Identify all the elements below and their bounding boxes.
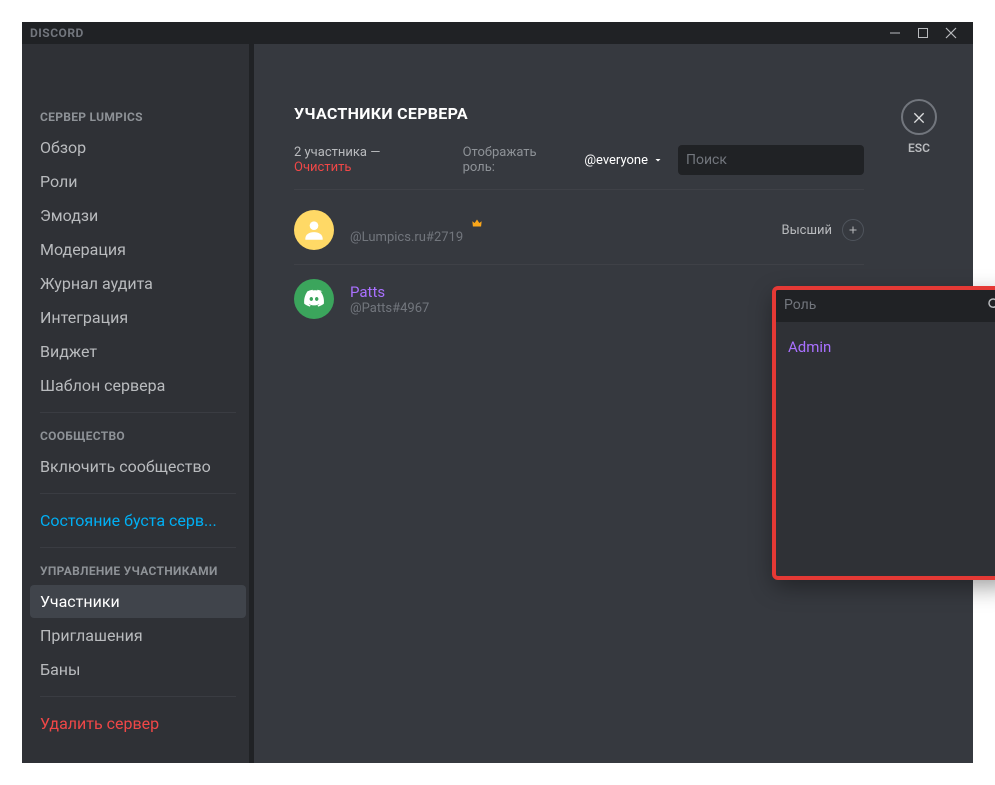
owner-crown-icon <box>470 216 484 230</box>
role-filter-dropdown[interactable]: @everyone <box>584 153 664 168</box>
sidebar-item-integrations[interactable]: Интеграция <box>30 301 246 334</box>
member-name: Patts <box>350 283 470 301</box>
content-area: ESC УЧАСТНИКИ СЕРВЕРА 2 участника — Очис… <box>254 44 973 763</box>
member-count-text: 2 участника <box>294 145 367 160</box>
sidebar-item-emoji[interactable]: Эмодзи <box>30 199 246 232</box>
sidebar-header-community: СООБЩЕСТВО <box>30 423 246 449</box>
chevron-down-icon <box>652 154 664 166</box>
sidebar-item-boost-status[interactable]: Состояние буста серв... <box>30 504 246 537</box>
discord-logo-icon <box>301 286 327 312</box>
close-icon <box>911 109 927 125</box>
filter-row: 2 участника — Очистить Отображать роль: … <box>294 145 864 175</box>
window-maximize-button[interactable] <box>909 22 937 44</box>
page-title: УЧАСТНИКИ СЕРВЕРА <box>294 104 933 123</box>
add-role-button[interactable] <box>842 219 864 241</box>
sidebar-item-enable-community[interactable]: Включить сообщество <box>30 450 246 483</box>
sidebar-item-widget[interactable]: Виджет <box>30 335 246 368</box>
avatar <box>294 210 334 250</box>
search-icon <box>986 296 995 314</box>
window-close-button[interactable] <box>937 22 965 44</box>
titlebar: DISCORD <box>22 22 973 44</box>
member-tag: @Lumpics.ru#2719 <box>350 230 484 245</box>
esc-label: ESC <box>908 141 930 155</box>
member-tag: @Patts#4967 <box>350 301 470 316</box>
divider <box>294 189 864 190</box>
search-input[interactable] <box>686 152 864 168</box>
role-search-input[interactable] <box>784 297 986 313</box>
sidebar-header-user-mgmt: УПРАВЛЕНИЕ УЧАСТНИКАМИ <box>30 558 246 584</box>
role-filter-value: @everyone <box>584 153 648 168</box>
window-minimize-button[interactable] <box>881 22 909 44</box>
role-picker-popout: Admin <box>774 288 995 578</box>
sidebar-item-invites[interactable]: Приглашения <box>30 619 246 652</box>
role-option-admin[interactable]: Admin <box>788 334 995 360</box>
member-count: 2 участника — Очистить <box>294 145 439 175</box>
close-button[interactable] <box>901 99 937 135</box>
settings-sidebar: СЕРВЕР LUMPICS Обзор Роли Эмодзи Модерац… <box>22 44 254 763</box>
member-search[interactable] <box>678 145 864 175</box>
sidebar-item-overview[interactable]: Обзор <box>30 131 246 164</box>
sidebar-item-members[interactable]: Участники <box>30 585 246 618</box>
role-filter-label: Отображать роль: <box>463 145 571 175</box>
clear-filter-link[interactable]: Очистить <box>294 160 351 175</box>
sidebar-item-audit-log[interactable]: Журнал аудита <box>30 267 246 300</box>
close-settings: ESC <box>901 99 937 155</box>
wordmark: DISCORD <box>30 26 84 40</box>
sidebar-header-server: СЕРВЕР LUMPICS <box>30 104 246 130</box>
role-picker-search[interactable] <box>774 288 995 322</box>
sidebar-item-delete-server[interactable]: Удалить сервер <box>30 707 246 740</box>
member-row[interactable]: Lumpics.ru @Lumpics.ru#2719 Высший <box>294 196 864 264</box>
dash: — <box>370 145 380 160</box>
sidebar-item-bans[interactable]: Баны <box>30 653 246 686</box>
avatar-placeholder-icon <box>301 217 327 243</box>
sidebar-item-template[interactable]: Шаблон сервера <box>30 369 246 402</box>
plus-icon <box>847 224 859 236</box>
sidebar-item-moderation[interactable]: Модерация <box>30 233 246 266</box>
role-highest-label: Высший <box>781 223 832 238</box>
app-window: DISCORD СЕРВЕР LUMPICS Обзор Роли Эмодзи… <box>22 22 973 763</box>
sidebar-item-roles[interactable]: Роли <box>30 165 246 198</box>
avatar <box>294 279 334 319</box>
